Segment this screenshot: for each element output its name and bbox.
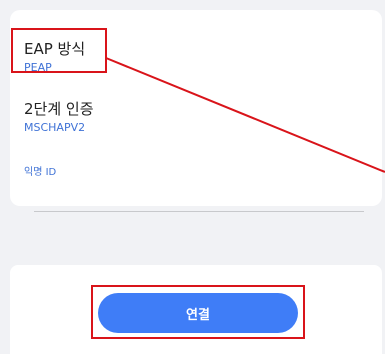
eap-method-title: EAP 방식 [24, 40, 86, 58]
connect-button[interactable]: 연결 [98, 293, 298, 333]
anonymous-id-input-underline[interactable] [34, 211, 364, 212]
phase2-auth-value: MSCHAPV2 [24, 121, 86, 134]
anonymous-id-field[interactable]: 익명 ID [24, 163, 56, 178]
eap-method-value: PEAP [24, 61, 52, 74]
wifi-eap-settings-screen: EAP 방식 PEAP 2단계 인증 MSCHAPV2 익명 ID 연결 [0, 0, 385, 354]
phase2-auth-setting[interactable]: 2단계 인증 MSCHAPV2 [24, 100, 94, 135]
anonymous-id-label: 익명 ID [24, 167, 57, 178]
eap-method-setting[interactable]: EAP 방식 PEAP [24, 40, 85, 75]
phase2-auth-title: 2단계 인증 [24, 100, 94, 118]
